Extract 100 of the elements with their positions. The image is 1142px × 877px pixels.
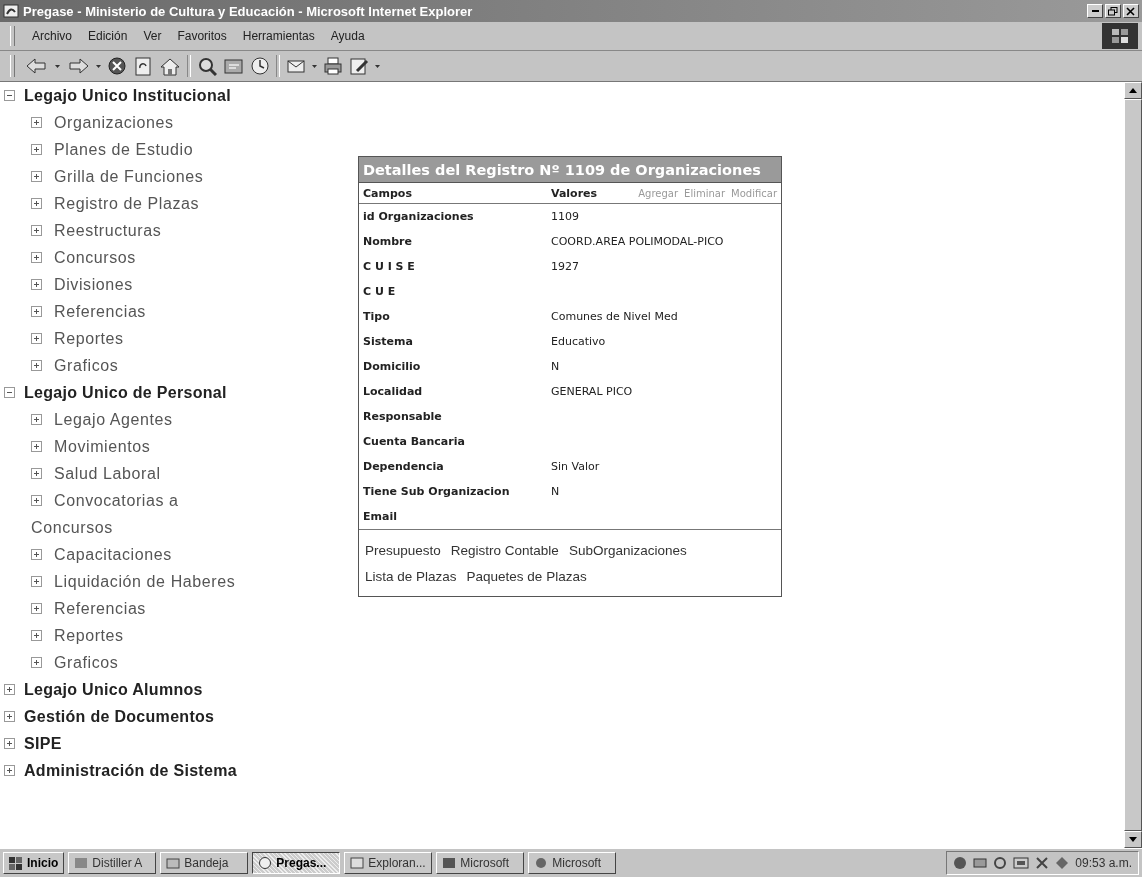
scroll-thumb[interactable] [1124,99,1142,831]
forward-button[interactable] [66,56,90,76]
taskbar-button[interactable]: Distiller A [68,852,157,874]
expand-icon[interactable] [31,414,42,425]
tree-item[interactable]: Gestión de Documentos [4,703,262,730]
link[interactable]: Presupuesto [365,538,441,564]
search-button[interactable] [197,56,217,76]
expand-icon[interactable] [31,441,42,452]
link[interactable]: Registro Contable [450,538,559,564]
taskbar-button[interactable]: Microsoft [436,852,525,874]
field-value: COORD.AREA POLIMODAL-PICO [551,235,725,248]
field-value: GENERAL PICO [551,385,634,398]
tree-item[interactable]: Concursos [4,244,262,271]
expand-icon[interactable] [31,252,42,263]
tree-item[interactable]: Capacitaciones [4,541,262,568]
field-label: Sistema [363,335,414,348]
link[interactable]: Lista de Plazas [365,564,457,590]
tree-item[interactable]: Legajo Unico de Personal [4,379,262,406]
menu-item[interactable]: Herramientas [235,27,322,45]
tree-item[interactable]: Divisiones [4,271,262,298]
restore-button[interactable] [1105,4,1121,18]
expand-icon[interactable] [31,171,42,182]
tree-item[interactable]: Salud Laboral [4,460,262,487]
tree-item[interactable]: SIPE [4,730,262,757]
tree-item[interactable]: Organizaciones [4,109,262,136]
link[interactable]: SubOrganizaciones [568,538,687,564]
ring-icon[interactable] [993,856,1008,870]
collapse-icon[interactable] [4,387,15,398]
menu-item[interactable]: Favoritos [170,27,234,45]
diamond-icon[interactable] [1055,856,1070,870]
scroll-up-button[interactable] [1124,82,1142,99]
field-label: Cuenta Bancaria [363,435,466,448]
tree-item[interactable]: Legajo Agentes [4,406,262,433]
menu-item[interactable]: Edición [81,27,135,45]
refresh-button[interactable] [133,56,153,76]
collapse-icon[interactable] [4,90,15,101]
tree-item[interactable]: Graficos [4,649,262,676]
field-value: Comunes de Nivel Med [551,310,679,323]
expand-icon[interactable] [31,576,42,587]
tree-item[interactable]: Reestructuras [4,217,262,244]
menu-item[interactable]: Archivo [25,27,79,45]
history-button[interactable] [250,56,270,76]
tree-item[interactable]: Legajo Unico Institucional [4,82,262,109]
tree-item[interactable]: Referencias [4,298,262,325]
expand-icon[interactable] [31,630,42,641]
field-label: Domicilio [363,360,422,373]
expand-icon[interactable] [31,495,42,506]
column-header: Valores [551,186,599,200]
tree-item[interactable]: Legajo Unico Alumnos [4,676,262,703]
expand-icon[interactable] [31,603,42,614]
tree-item[interactable]: Administración de Sistema [4,757,262,784]
tree-item[interactable]: Movimientos [4,433,262,460]
expand-icon[interactable] [31,117,42,128]
menu-item[interactable]: Ayuda [323,27,372,45]
home-button[interactable] [159,56,181,76]
taskbar-button[interactable]: Pregas... [252,852,341,874]
expand-icon[interactable] [31,333,42,344]
tree-item[interactable]: Graficos [4,352,262,379]
up-arrow-icon [1129,88,1137,93]
expand-icon[interactable] [31,198,42,209]
menu-item[interactable]: Ver [136,27,169,45]
tree-item[interactable]: Liquidación de Haberes [4,568,262,595]
expand-icon[interactable] [31,360,42,371]
expand-icon[interactable] [31,549,42,560]
scroll-down-button[interactable] [1124,831,1142,848]
tree-item[interactable]: Referencias [4,595,262,622]
expand-icon[interactable] [31,306,42,317]
expand-icon[interactable] [4,738,15,749]
expand-icon[interactable] [31,657,42,668]
tree-item[interactable]: Registro de Plazas [4,190,262,217]
expand-icon[interactable] [4,711,15,722]
print-button[interactable] [323,56,343,76]
expand-icon[interactable] [31,468,42,479]
taskbar-button[interactable]: Exploran... [344,852,433,874]
tree-item[interactable]: Reportes [4,622,262,649]
field-value: N [551,360,561,373]
expand-icon[interactable] [31,144,42,155]
minimize-button[interactable] [1087,4,1103,18]
window-icon[interactable] [973,856,988,870]
monitor-icon[interactable] [1013,856,1030,870]
stop-button[interactable] [107,56,127,76]
expand-icon[interactable] [31,225,42,236]
taskbar-button[interactable]: Microsoft [528,852,617,874]
tree-item[interactable]: Grilla de Funciones [4,163,262,190]
expand-icon[interactable] [4,765,15,776]
start-button[interactable]: Inicio [3,852,65,874]
favorites-button[interactable] [223,56,244,76]
edit-button[interactable] [349,56,369,76]
close-button[interactable] [1123,4,1139,18]
back-button[interactable] [25,56,49,76]
tree-item[interactable]: Convocatorias a Concursos [4,487,262,541]
field-value: Educativo [551,335,607,348]
taskbar-button[interactable]: Bandeja [160,852,249,874]
tree-item[interactable]: Planes de Estudio [4,136,262,163]
tree-item[interactable]: Reportes [4,325,262,352]
cross-icon[interactable] [1035,856,1050,870]
expand-icon[interactable] [31,279,42,290]
expand-icon[interactable] [4,684,15,695]
dropdown-arrow-icon [55,64,60,68]
link[interactable]: Paquetes de Plazas [466,564,587,590]
